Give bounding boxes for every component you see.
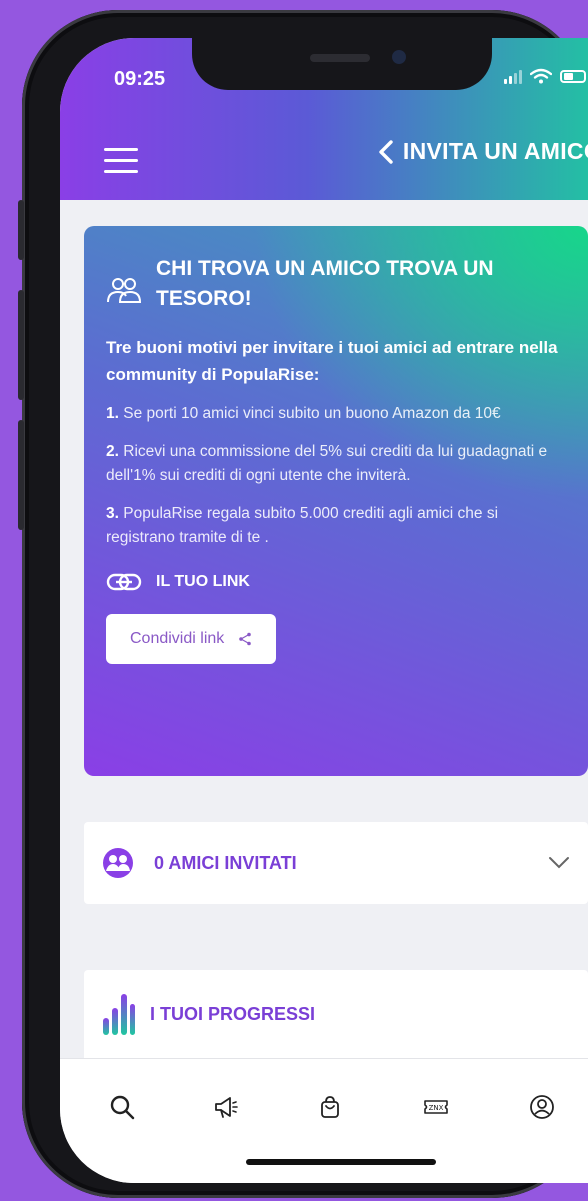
home-indicator[interactable]	[246, 1159, 436, 1165]
status-time: 09:25	[114, 68, 166, 90]
page-title: INVITA UN AMICO!	[402, 138, 588, 164]
chevron-down-icon	[549, 857, 569, 869]
nav-rewards[interactable]: ZNX	[418, 1089, 454, 1125]
nav-search[interactable]	[104, 1089, 140, 1125]
svg-text:ZNX: ZNX	[429, 1104, 444, 1112]
screen: 09:25 INVITA UN AMIC CHI TROVA UN AMICO …	[60, 38, 588, 1183]
users-icon	[107, 278, 142, 303]
nav-shop[interactable]	[312, 1089, 348, 1125]
phone-frame: 09:25 INVITA UN AMIC CHI TROVA UN AMICO …	[18, 10, 588, 1198]
link-icon	[106, 573, 142, 591]
wifi-icon	[530, 68, 552, 84]
mute-switch	[18, 200, 24, 260]
invite-title: CHI TROVA UN AMICO TROVA UN TESORO!	[156, 257, 494, 310]
invited-friends-accordion[interactable]: 0 AMICI INVITATI	[84, 822, 588, 904]
menu-button[interactable]	[104, 148, 138, 174]
search-icon	[110, 1095, 135, 1120]
share-icon	[239, 632, 252, 646]
signal-icon	[504, 68, 522, 84]
reason-item: 1. Se porti 10 amici vinci subito un buo…	[106, 405, 501, 422]
invite-intro: Tre buoni motivi per invitare i tuoi ami…	[106, 338, 558, 384]
your-link-label: IL TUO LINK	[106, 572, 566, 592]
reason-item: 3. PopulaRise regala subito 5.000 credit…	[106, 505, 499, 546]
status-icons	[504, 68, 586, 84]
bottom-nav: ZNX	[60, 1058, 588, 1183]
megaphone-icon	[215, 1097, 238, 1118]
nav-campaigns[interactable]	[208, 1089, 244, 1125]
back-button[interactable]: INVITA UN AMICO!	[377, 138, 588, 165]
progress-title: I TUOI PROGRESSI	[150, 1003, 316, 1024]
bar-chart-icon	[103, 994, 135, 1035]
main-content[interactable]: CHI TROVA UN AMICO TROVA UN TESORO! Tre …	[60, 200, 588, 1080]
volume-down-button	[18, 420, 24, 530]
share-link-button[interactable]: Condividi link	[106, 614, 277, 664]
ticket-icon: ZNX	[424, 1100, 448, 1114]
app-header: 09:25 INVITA UN AMIC	[60, 38, 588, 200]
shopping-bag-icon	[321, 1096, 339, 1118]
notch	[192, 38, 492, 90]
friends-icon	[103, 848, 133, 878]
invited-friends-label: 0 AMICI INVITATI	[154, 852, 297, 873]
battery-icon	[560, 69, 586, 83]
reason-item: 2. Ricevi una commissione del 5% sui cre…	[106, 443, 548, 484]
chevron-left-icon	[379, 139, 393, 164]
nav-profile[interactable]	[524, 1089, 560, 1125]
profile-icon	[530, 1095, 554, 1119]
invite-card: CHI TROVA UN AMICO TROVA UN TESORO! Tre …	[84, 226, 588, 776]
volume-up-button	[18, 290, 24, 400]
